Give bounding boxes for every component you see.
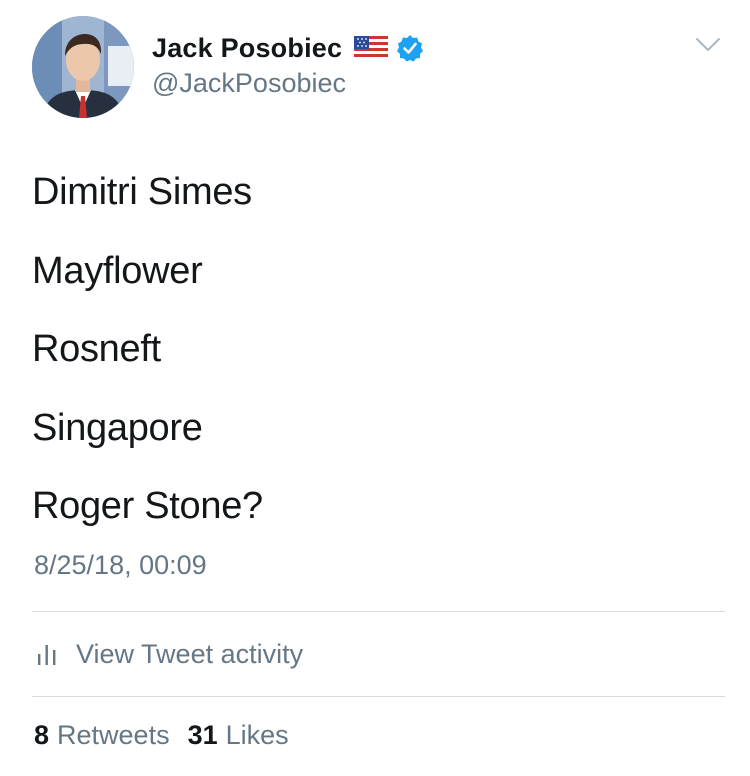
tweet-line: Roger Stone? xyxy=(32,485,263,527)
tweet-header: Jack Posobiec @JackPosobiec xyxy=(0,0,750,130)
view-tweet-activity-label: View Tweet activity xyxy=(76,638,304,669)
tweet-text: Dimitri Simes Mayflower Rosneft Singapor… xyxy=(32,165,263,558)
likes-stat[interactable]: 31 Likes xyxy=(188,720,289,751)
retweets-stat[interactable]: 8 Retweets xyxy=(34,720,170,751)
chevron-down-icon[interactable] xyxy=(695,36,721,54)
verified-badge-icon xyxy=(396,34,424,62)
avatar-image xyxy=(32,16,134,118)
name-row: Jack Posobiec xyxy=(152,30,424,66)
engagement-stats: 8 Retweets 31 Likes xyxy=(34,720,289,751)
user-handle[interactable]: @JackPosobiec xyxy=(152,68,346,99)
view-tweet-activity-link[interactable]: View Tweet activity xyxy=(34,632,303,676)
tweet-line: Dimitri Simes xyxy=(32,171,252,213)
retweets-count: 8 xyxy=(34,720,50,750)
us-flag-icon xyxy=(354,36,389,60)
divider xyxy=(32,696,725,697)
likes-count: 31 xyxy=(187,720,218,750)
tweet-timestamp[interactable]: 8/25/18, 00:09 xyxy=(34,550,207,581)
tweet-line: Rosneft xyxy=(32,328,161,370)
likes-label: Likes xyxy=(225,720,289,750)
avatar[interactable] xyxy=(32,16,134,118)
tweet-line: Mayflower xyxy=(32,249,203,292)
tweet-line: Singapore xyxy=(32,406,203,449)
retweets-label: Retweets xyxy=(57,720,170,750)
bar-chart-icon xyxy=(34,641,60,667)
display-name[interactable]: Jack Posobiec xyxy=(152,33,342,64)
divider xyxy=(32,611,725,612)
